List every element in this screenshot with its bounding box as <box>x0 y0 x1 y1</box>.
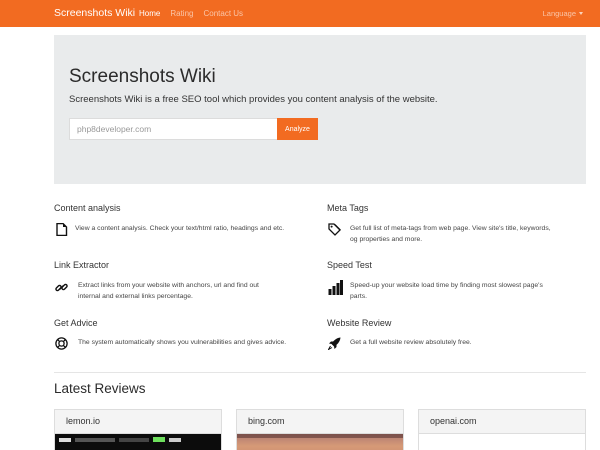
feature-desc-website-review: Get a full website review absolutely fre… <box>350 337 472 348</box>
review-card-lemon[interactable]: lemon.io <box>54 409 222 450</box>
feature-title-content-analysis: Content analysis <box>54 203 121 213</box>
help-icon <box>55 337 68 350</box>
language-label: Language <box>542 9 576 18</box>
review-card-domain[interactable]: lemon.io <box>55 410 221 434</box>
feature-desc-line: internal and external links percentage. <box>78 293 193 300</box>
thumbnail-nav <box>55 436 221 443</box>
language-dropdown[interactable]: Language <box>543 9 583 18</box>
feature-desc-line: View a content analysis. Check your text… <box>75 225 285 232</box>
nav-link-home[interactable]: Home <box>139 9 160 18</box>
thumbnail-button <box>169 437 181 442</box>
nav-link-contact-us[interactable]: Contact Us <box>203 9 243 18</box>
feature-desc-content-analysis: View a content analysis. Check your text… <box>75 223 284 234</box>
review-card-domain[interactable]: bing.com <box>237 410 403 434</box>
review-card-openai[interactable]: openai.com <box>418 409 586 450</box>
rocket-icon <box>328 337 341 350</box>
website-thumbnail[interactable] <box>419 434 585 450</box>
feature-title-speed-test: Speed Test <box>327 260 372 270</box>
link-icon <box>55 283 68 292</box>
navbar-brand[interactable]: Screenshots Wiki <box>54 7 135 19</box>
thumbnail-button <box>153 437 165 442</box>
nav-links: Home Rating Contact Us <box>139 9 253 18</box>
hero-title: Screenshots Wiki <box>69 66 216 87</box>
feature-desc-meta-tags: Get full list of meta-tags from web page… <box>350 223 551 245</box>
document-icon <box>56 223 68 236</box>
feature-desc-line: Get a full website review absolutely fre… <box>350 339 472 346</box>
feature-title-meta-tags: Meta Tags <box>327 203 369 213</box>
feature-desc-line: Speed-up your website load time by findi… <box>350 282 543 289</box>
hero-jumbotron: Screenshots Wiki Screenshots Wiki is a f… <box>54 35 586 184</box>
tags-icon <box>328 223 341 236</box>
thumbnail-menu <box>75 437 115 442</box>
caret-down-icon <box>579 12 583 15</box>
thumbnail-logo <box>59 437 71 442</box>
feature-title-website-review: Website Review <box>327 318 392 328</box>
feature-desc-get-advice: The system automatically shows you vulne… <box>78 337 286 348</box>
review-card-bing[interactable]: bing.com <box>236 409 404 450</box>
feature-desc-line: parts. <box>350 293 367 300</box>
section-divider <box>54 372 586 373</box>
hero-subtitle: Screenshots Wiki is a free SEO tool whic… <box>69 94 438 105</box>
analyze-button[interactable]: Analyze <box>277 118 318 140</box>
thumbnail-nav <box>237 434 403 438</box>
feature-desc-line: Get full list of meta-tags from web page… <box>350 225 551 232</box>
feature-desc-link-extractor: Extract links from your website with anc… <box>78 280 259 302</box>
website-thumbnail[interactable] <box>237 434 403 450</box>
feature-desc-line: Extract links from your website with anc… <box>78 282 259 289</box>
latest-reviews-title: Latest Reviews <box>54 381 146 396</box>
top-navbar: Screenshots Wiki Home Rating Contact Us … <box>0 0 600 27</box>
feature-desc-line: The system automatically shows you vulne… <box>78 339 287 346</box>
feature-title-get-advice: Get Advice <box>54 318 98 328</box>
feature-desc-line: og properties and more. <box>350 236 423 243</box>
url-input[interactable] <box>69 118 278 140</box>
bar-chart-icon <box>328 280 343 295</box>
feature-title-link-extractor: Link Extractor <box>54 260 110 270</box>
nav-link-rating[interactable]: Rating <box>170 9 193 18</box>
feature-desc-speed-test: Speed-up your website load time by findi… <box>350 280 543 302</box>
review-card-domain[interactable]: openai.com <box>419 410 585 434</box>
website-thumbnail[interactable] <box>55 434 221 450</box>
thumbnail-menu <box>119 437 149 442</box>
